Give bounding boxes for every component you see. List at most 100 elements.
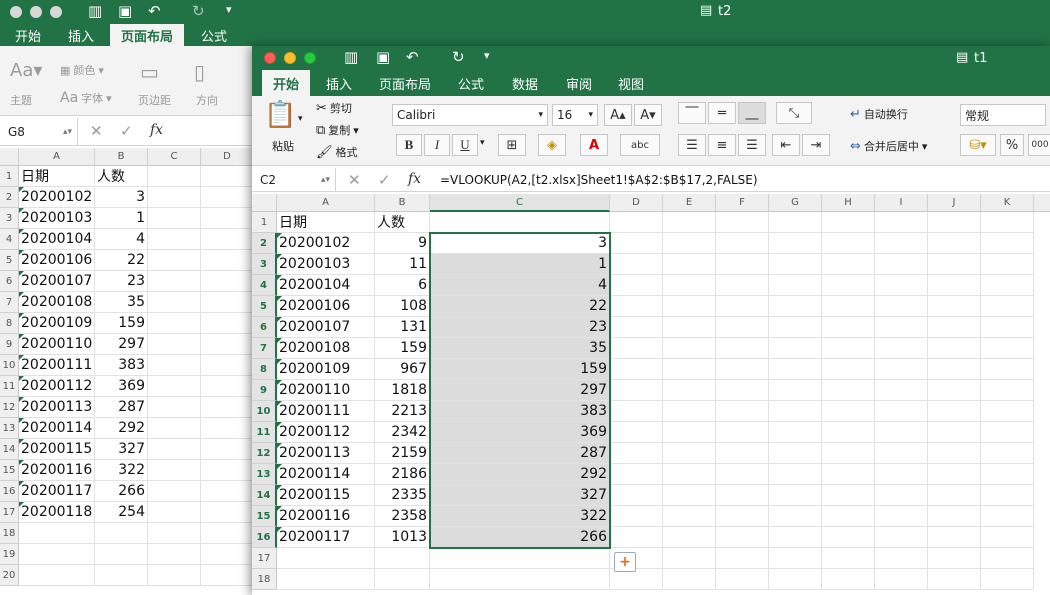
table-cell[interactable]: [148, 523, 201, 544]
italic-button[interactable]: I: [424, 134, 450, 156]
table-cell[interactable]: 20200111: [19, 355, 95, 376]
row-header[interactable]: 11: [252, 422, 277, 443]
table-cell[interactable]: [981, 464, 1034, 485]
table-cell[interactable]: [716, 212, 769, 233]
table-cell[interactable]: [822, 338, 875, 359]
decrease-indent-icon[interactable]: ⇤: [772, 134, 800, 156]
format-painter-button[interactable]: 🖌 格式: [316, 144, 358, 160]
row-header[interactable]: 12: [252, 443, 277, 464]
table-cell[interactable]: 108: [375, 296, 430, 317]
table-cell[interactable]: [769, 380, 822, 401]
table-cell[interactable]: [148, 229, 201, 250]
table-cell[interactable]: [610, 212, 663, 233]
table-cell[interactable]: [769, 275, 822, 296]
table-cell[interactable]: [95, 544, 148, 565]
paste-icon[interactable]: 📋: [264, 100, 296, 130]
table-cell[interactable]: 2186: [375, 464, 430, 485]
tab-home[interactable]: 开始: [262, 70, 310, 96]
table-cell[interactable]: [769, 401, 822, 422]
column-header[interactable]: C: [148, 148, 201, 166]
row-header[interactable]: 15: [0, 460, 19, 481]
table-cell[interactable]: [769, 359, 822, 380]
tab-formulas[interactable]: 公式: [190, 24, 238, 46]
cut-button[interactable]: ✂ 剪切: [316, 100, 352, 116]
number-format-select[interactable]: 常规: [960, 104, 1046, 126]
table-cell[interactable]: [716, 443, 769, 464]
table-cell[interactable]: [610, 569, 663, 590]
table-cell[interactable]: [928, 254, 981, 275]
table-cell[interactable]: 20200106: [19, 250, 95, 271]
table-cell[interactable]: [875, 527, 928, 548]
table-cell[interactable]: [201, 502, 254, 523]
table-cell[interactable]: 266: [430, 527, 610, 548]
table-cell[interactable]: 20200114: [19, 418, 95, 439]
table-cell[interactable]: [769, 296, 822, 317]
table-cell[interactable]: [663, 401, 716, 422]
close-icon[interactable]: [10, 6, 22, 18]
table-cell[interactable]: [769, 527, 822, 548]
table-cell[interactable]: [981, 380, 1034, 401]
tab-view[interactable]: 视图: [608, 70, 654, 96]
table-cell[interactable]: 266: [95, 481, 148, 502]
table-cell[interactable]: [981, 422, 1034, 443]
table-cell[interactable]: [610, 443, 663, 464]
stepper-icon[interactable]: ▴▾: [321, 175, 330, 185]
table-cell[interactable]: [769, 548, 822, 569]
table-cell[interactable]: [716, 254, 769, 275]
copy-button[interactable]: ⧉ 复制 ▾: [316, 122, 359, 138]
table-cell[interactable]: [663, 548, 716, 569]
row-header[interactable]: 20: [0, 565, 19, 586]
row-header[interactable]: 8: [0, 313, 19, 334]
table-cell[interactable]: [875, 359, 928, 380]
table-cell[interactable]: 20200118: [19, 502, 95, 523]
table-cell[interactable]: 35: [430, 338, 610, 359]
row-header[interactable]: 3: [252, 254, 277, 275]
table-cell[interactable]: [769, 506, 822, 527]
table-cell[interactable]: 20200103: [19, 208, 95, 229]
table-cell[interactable]: [875, 233, 928, 254]
table-cell[interactable]: [663, 359, 716, 380]
table-cell[interactable]: [148, 250, 201, 271]
row-header[interactable]: 9: [0, 334, 19, 355]
table-cell[interactable]: [610, 380, 663, 401]
table-cell[interactable]: [201, 481, 254, 502]
table-cell[interactable]: [663, 317, 716, 338]
table-cell[interactable]: [716, 233, 769, 254]
table-cell[interactable]: 1013: [375, 527, 430, 548]
table-cell[interactable]: [148, 460, 201, 481]
table-cell[interactable]: [610, 401, 663, 422]
table-cell[interactable]: 131: [375, 317, 430, 338]
fill-color-icon[interactable]: ◈: [538, 134, 566, 156]
table-cell[interactable]: [19, 565, 95, 586]
table-cell[interactable]: 20200108: [19, 292, 95, 313]
table-cell[interactable]: 人数: [375, 212, 430, 233]
table-cell[interactable]: [822, 548, 875, 569]
table-cell[interactable]: [716, 506, 769, 527]
table-cell[interactable]: 20200113: [19, 397, 95, 418]
table-cell[interactable]: [663, 569, 716, 590]
table-cell[interactable]: [822, 317, 875, 338]
table-cell[interactable]: [430, 212, 610, 233]
table-cell[interactable]: [201, 271, 254, 292]
row-header[interactable]: 14: [0, 439, 19, 460]
table-cell[interactable]: [928, 359, 981, 380]
orientation-icon[interactable]: ⤡: [776, 102, 812, 124]
table-cell[interactable]: 159: [95, 313, 148, 334]
bold-button[interactable]: B: [396, 134, 422, 156]
table-cell[interactable]: 967: [375, 359, 430, 380]
table-cell[interactable]: [201, 439, 254, 460]
sidebar-toggle-icon[interactable]: ▥: [344, 50, 358, 65]
table-cell[interactable]: 322: [430, 506, 610, 527]
row-header[interactable]: 2: [0, 187, 19, 208]
table-cell[interactable]: [375, 569, 430, 590]
table-cell[interactable]: [148, 313, 201, 334]
table-cell[interactable]: [875, 569, 928, 590]
table-cell[interactable]: 292: [430, 464, 610, 485]
table-cell[interactable]: [822, 569, 875, 590]
table-cell[interactable]: [822, 422, 875, 443]
row-header[interactable]: 17: [0, 502, 19, 523]
table-cell[interactable]: 292: [95, 418, 148, 439]
align-middle-icon[interactable]: ═: [708, 102, 736, 124]
table-cell[interactable]: [148, 502, 201, 523]
table-cell[interactable]: 20200109: [277, 359, 375, 380]
